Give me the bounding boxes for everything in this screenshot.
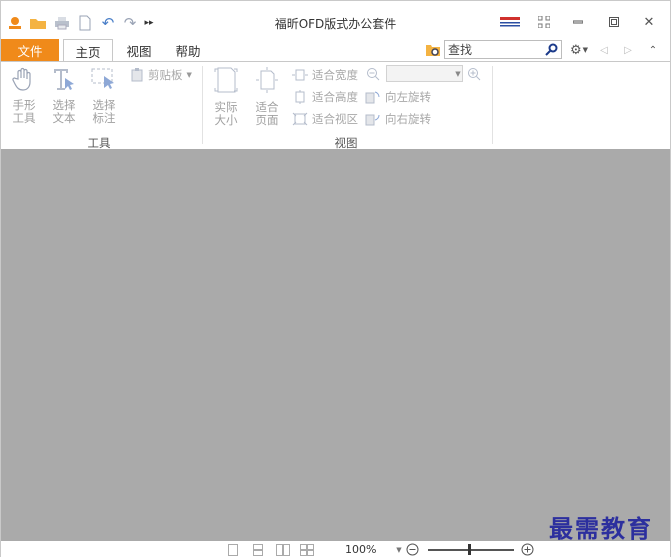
zoom-level-dropdown-icon[interactable]: ▼ xyxy=(394,543,404,556)
continuous-page-icon[interactable] xyxy=(251,543,265,556)
search-input[interactable] xyxy=(445,41,541,58)
zoom-in-icon[interactable] xyxy=(466,66,482,82)
open-folder-icon[interactable] xyxy=(28,14,48,32)
fit-width-icon xyxy=(292,69,308,81)
zoom-dropdown-icon[interactable]: ▼ xyxy=(453,67,463,81)
rotate-right-button[interactable]: 向右旋转 xyxy=(365,110,431,128)
status-zoom-in-icon[interactable] xyxy=(520,542,535,557)
tab-file[interactable]: 文件 xyxy=(1,39,59,61)
watermark: 最需教育 xyxy=(549,514,653,543)
tab-home[interactable]: 主页 xyxy=(63,39,113,62)
rotate-right-label: 向右旋转 xyxy=(385,112,431,126)
redo-icon[interactable]: ↷ xyxy=(121,14,139,32)
group-separator xyxy=(202,66,203,144)
settings-gear-icon[interactable]: ⚙ ▼ xyxy=(566,41,592,59)
clipboard-dropdown-icon: ▼ xyxy=(186,71,192,79)
fit-height-button[interactable]: 适合高度 xyxy=(292,88,358,106)
close-icon[interactable]: ✕ xyxy=(639,13,659,31)
maximize-icon[interactable] xyxy=(604,13,624,31)
hand-tool-label: 手形 工具 xyxy=(12,98,36,125)
hand-icon xyxy=(12,67,31,91)
find-folder-icon[interactable] xyxy=(424,42,442,58)
rotate-left-button[interactable]: 向左旋转 xyxy=(365,88,431,106)
new-doc-icon[interactable] xyxy=(76,14,94,32)
clipboard-icon xyxy=(131,68,143,82)
title-bar: ↶ ↷ ▸▸ 福昕OFD版式办公套件 ✕ xyxy=(1,1,670,39)
fit-height-icon xyxy=(295,90,305,104)
zoom-out-icon[interactable] xyxy=(365,66,381,82)
ribbon-panel: 手形 工具 选择 文本 选择 标注 剪贴板 ▼ 工具 实际 大小 适合 页面 适 xyxy=(1,61,670,150)
clipboard-button[interactable]: 剪贴板 ▼ xyxy=(130,66,192,84)
fit-height-label: 适合高度 xyxy=(312,90,358,104)
search-box[interactable] xyxy=(444,40,562,59)
ribbon-style-icon[interactable] xyxy=(499,13,521,31)
fit-page-button[interactable]: 适合 页面 xyxy=(252,66,282,127)
continuous-facing-icon[interactable] xyxy=(299,543,315,556)
select-text-label: 选择 文本 xyxy=(52,98,76,125)
actual-size-button[interactable]: 实际 大小 xyxy=(211,66,241,127)
rotate-left-label: 向左旋转 xyxy=(385,90,431,104)
app-window: ↶ ↷ ▸▸ 福昕OFD版式办公套件 ✕ 文件 主页 视图 帮助 查找 ⚙ ▼ … xyxy=(0,0,671,557)
layout-grid-icon[interactable] xyxy=(534,13,554,31)
search-icon[interactable] xyxy=(543,42,559,57)
zoom-slider-thumb[interactable] xyxy=(468,544,471,555)
tab-help[interactable]: 帮助 xyxy=(167,39,209,61)
print-icon[interactable] xyxy=(53,14,71,32)
app-logo-icon[interactable] xyxy=(6,14,24,32)
document-area[interactable] xyxy=(1,149,670,541)
nav-prev-icon[interactable]: ◁ xyxy=(597,41,611,59)
select-annot-label: 选择 标注 xyxy=(92,98,116,125)
select-annot-button[interactable]: 选择 标注 xyxy=(89,66,119,125)
fit-page-icon xyxy=(256,67,278,93)
minimize-icon[interactable] xyxy=(568,13,588,31)
status-zoom-out-icon[interactable] xyxy=(405,542,420,557)
clipboard-label: 剪贴板 xyxy=(148,68,183,82)
select-text-button[interactable]: 选择 文本 xyxy=(49,66,79,125)
hand-tool-button[interactable]: 手形 工具 xyxy=(9,66,39,125)
nav-next-icon[interactable]: ▷ xyxy=(621,41,635,59)
customize-toolbar-icon[interactable]: ▸▸ xyxy=(143,14,155,32)
undo-icon[interactable]: ↶ xyxy=(99,14,117,32)
rotate-left-icon xyxy=(365,91,380,104)
actual-size-label: 实际 大小 xyxy=(214,100,238,127)
zoom-select[interactable]: ▼ xyxy=(386,65,463,82)
fit-page-label: 适合 页面 xyxy=(255,100,279,127)
zoom-slider[interactable] xyxy=(428,549,514,551)
actual-size-icon xyxy=(214,67,238,93)
zoom-level: 100% xyxy=(345,543,377,556)
fit-view-button[interactable]: 适合视区 xyxy=(292,110,358,128)
fit-view-label: 适合视区 xyxy=(312,112,358,126)
rotate-right-icon xyxy=(365,114,380,126)
fit-width-label: 适合宽度 xyxy=(312,68,358,82)
select-annot-icon xyxy=(91,68,114,89)
collapse-ribbon-icon[interactable]: ⌃ xyxy=(646,41,660,59)
facing-page-icon[interactable] xyxy=(275,543,291,556)
ribbon-tab-row: 文件 主页 视图 帮助 ⚙▼ ◁ ▷ ⌃ xyxy=(1,39,670,62)
single-page-icon[interactable] xyxy=(226,543,240,556)
select-text-icon xyxy=(54,69,74,90)
tab-view[interactable]: 视图 xyxy=(118,39,160,61)
fit-width-button[interactable]: 适合宽度 xyxy=(292,66,358,84)
fit-view-icon xyxy=(292,112,308,126)
group-separator xyxy=(492,66,493,144)
